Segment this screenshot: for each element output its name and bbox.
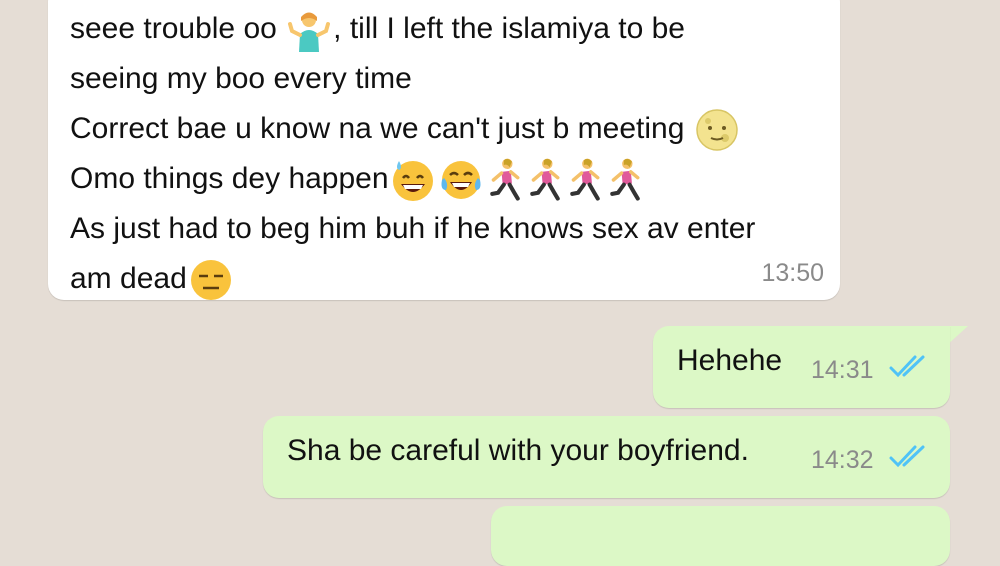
message-timestamp: 14:32 bbox=[811, 446, 874, 474]
outgoing-message-bubble[interactable]: Hehehe 14:31 bbox=[653, 326, 950, 408]
moon-face-emoji bbox=[695, 109, 738, 151]
message-line: seeing my boo every time bbox=[70, 62, 412, 95]
read-receipt-icon bbox=[889, 445, 925, 468]
message-text: Hehehe bbox=[677, 344, 783, 377]
message-line: As just had to beg him buh if he knows s… bbox=[70, 212, 756, 245]
message-timestamp: 14:31 bbox=[811, 356, 874, 384]
outgoing-message-bubble[interactable] bbox=[491, 506, 950, 566]
grinning-sweat-emoji bbox=[392, 161, 433, 202]
message-line: seee trouble oo , till I left the islami… bbox=[70, 4, 755, 54]
outgoing-message-bubble[interactable]: Sha be careful with your boyfriend. 14:3… bbox=[263, 416, 950, 498]
message-timestamp: 13:50 bbox=[761, 259, 824, 287]
woman-running-emoji bbox=[607, 158, 643, 202]
tears-of-joy-emoji bbox=[441, 161, 481, 200]
woman-running-emoji bbox=[487, 158, 523, 202]
message-line: Correct bae u know na we can't just b me… bbox=[70, 104, 755, 154]
woman-running-emoji bbox=[527, 158, 563, 202]
message-line: am dead bbox=[70, 254, 755, 304]
person-shrugging-emoji bbox=[288, 12, 331, 53]
message-line: Omo things dey happen bbox=[70, 154, 755, 204]
read-receipt-icon bbox=[889, 355, 925, 378]
message-text: Sha be careful with your boyfriend. bbox=[287, 434, 749, 467]
incoming-message-text: seee trouble oo , till I left the islami… bbox=[70, 4, 755, 304]
expressionless-face-emoji bbox=[190, 260, 231, 301]
incoming-message-bubble[interactable]: seee trouble oo , till I left the islami… bbox=[48, 0, 840, 301]
woman-running-emoji bbox=[567, 158, 603, 202]
